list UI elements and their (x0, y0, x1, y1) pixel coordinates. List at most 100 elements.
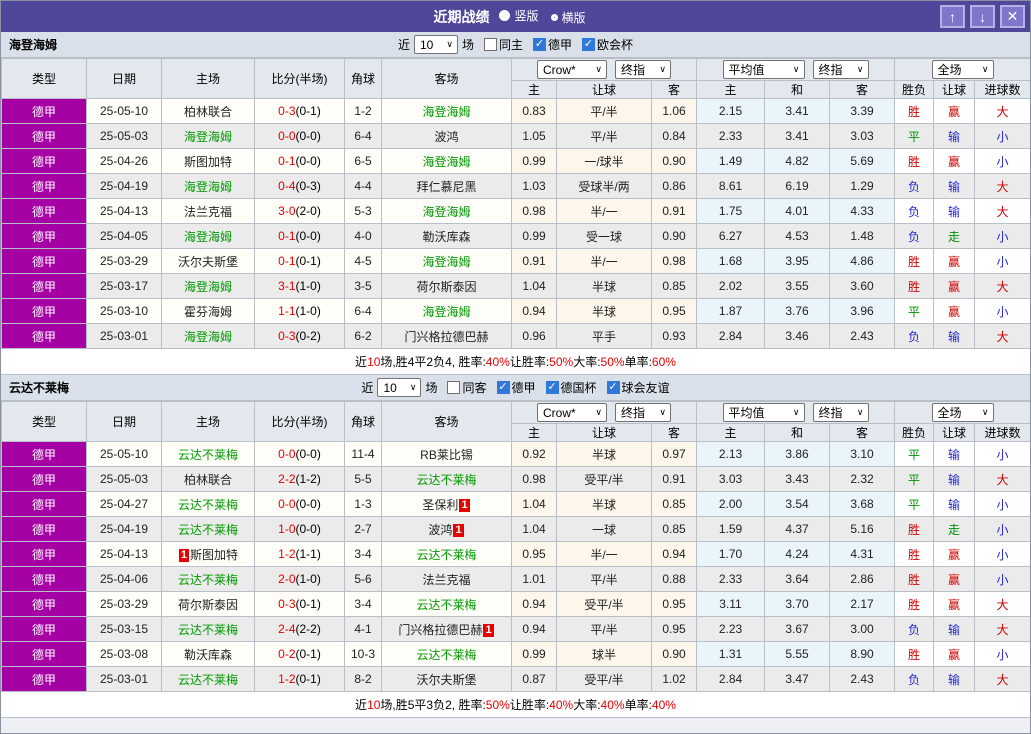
halftime-score: (0-0) (295, 522, 321, 536)
league-cell: 德甲 (1, 591, 87, 617)
move-up-button[interactable]: ↑ (940, 5, 965, 28)
result-text: 胜 (907, 104, 920, 119)
away-odds-cell: 0.86 (651, 173, 697, 199)
home-team-cell: 云达不莱梅 (161, 616, 255, 642)
recent-count-select[interactable]: 10 ∨ (413, 35, 458, 54)
result-text: 大 (996, 104, 1009, 119)
home-odds-cell: 0.95 (511, 541, 557, 567)
column-subheader: 让球 (933, 80, 975, 99)
home-team-cell: 云达不莱梅 (161, 441, 255, 467)
team-label: 海登海姆 (183, 329, 232, 344)
corners-cell: 5-5 (344, 466, 382, 492)
filter-checkbox-option[interactable]: 同客 (447, 379, 487, 396)
avg-draw-cell: 3.95 (764, 248, 830, 274)
match-scope-select[interactable]: 全场 ∨ (931, 403, 994, 422)
match-result-cell: 负 (894, 198, 934, 224)
away-team-cell: 海登海姆 (381, 98, 512, 124)
score-cell: 0-4(0-3) (254, 173, 345, 199)
away-odds-cell: 0.94 (651, 541, 697, 567)
checkbox-icon[interactable]: ✓ (533, 38, 546, 51)
checkbox-icon[interactable]: ✓ (496, 381, 510, 394)
away-odds-cell: 1.02 (651, 666, 697, 692)
dropdown-value: 全场 (937, 63, 962, 77)
goals-result-cell: 大 (974, 591, 1030, 617)
filter-checkbox-option[interactable]: ✓ 球会友谊 (606, 379, 670, 396)
filter-checkbox-option[interactable]: ✓ 欧会杯 (582, 36, 633, 53)
layout-radio-option[interactable]: 竖版 (499, 7, 539, 24)
checkbox-icon[interactable]: ✓ (606, 381, 620, 394)
home-team-cell: 沃尔夫斯堡 (161, 248, 255, 274)
avg-draw-cell: 4.37 (764, 516, 830, 542)
recent-count-select[interactable]: 10 ∨ (377, 378, 422, 397)
result-text: 赢 (947, 597, 960, 612)
handicap-cell: 半球 (556, 441, 652, 467)
filter-checkbox-option[interactable]: 同主 (483, 36, 523, 53)
away-team-cell: 海登海姆 (381, 248, 512, 274)
goals-result-cell: 小 (974, 541, 1030, 567)
bookmaker-select[interactable]: Crow* ∨ (537, 403, 607, 422)
avg-home-cell: 6.27 (696, 223, 765, 249)
average-odds-select[interactable]: 平均值 ∨ (722, 403, 805, 422)
summary-segment: 大率: (573, 355, 601, 369)
fulltime-score: 0-3 (278, 597, 296, 611)
bookmaker-select[interactable]: Crow* ∨ (537, 60, 607, 79)
column-subheader: 让球 (556, 423, 652, 442)
average-odds-select[interactable]: 平均值 ∨ (722, 60, 805, 79)
avg-draw-cell: 3.86 (764, 441, 830, 467)
team-label: 勒沃库森 (183, 647, 232, 662)
final-odds-select[interactable]: 终指 ∨ (812, 403, 869, 422)
filter-checkbox-option[interactable]: ✓ 德甲 (533, 36, 572, 53)
match-scope-select[interactable]: 全场 ∨ (931, 60, 994, 79)
result-text: 小 (996, 647, 1009, 662)
checkbox-icon[interactable] (483, 38, 497, 51)
handicap-result-cell: 赢 (933, 591, 975, 617)
match-result-cell: 胜 (894, 248, 934, 274)
close-button[interactable]: ✕ (1000, 5, 1025, 28)
layout-radio-label: 横版 (561, 11, 586, 25)
fulltime-score: 0-2 (278, 647, 296, 661)
away-team-cell: 勒沃库森 (381, 223, 512, 249)
table-row: 德甲 25-03-10 霍芬海姆 1-1(1-0) 6-4 海登海姆 0.94 半球 0.95 1… (1, 298, 1030, 324)
table-row: 德甲 25-05-03 海登海姆 0-0(0-0) 6-4 波鸿 1.05 平/半 0.84 2.… (1, 123, 1030, 149)
filter-checkbox-label: 同主 (498, 38, 523, 52)
filter-checkbox-option[interactable]: ✓ 德甲 (496, 379, 536, 396)
corners-cell: 4-1 (344, 616, 382, 642)
column-subheader: 主 (696, 423, 765, 442)
final-odds-select[interactable]: 终指 ∨ (812, 60, 869, 79)
summary-segment: 40% (651, 697, 676, 712)
avg-home-cell: 1.68 (696, 248, 765, 274)
final-odds-select[interactable]: 终指 ∨ (615, 60, 671, 79)
date-cell: 25-03-10 (86, 298, 162, 324)
handicap-result-cell: 赢 (933, 566, 975, 592)
checkbox-icon[interactable]: ✓ (582, 38, 596, 51)
final-odds-select[interactable]: 终指 ∨ (615, 403, 671, 422)
layout-radio-option[interactable]: 横版 (550, 9, 586, 26)
avg-away-cell: 8.90 (829, 641, 895, 667)
handicap-result-cell: 走 (933, 516, 975, 542)
team-section: 海登海姆近 10 ∨ 场同主 ✓ 德甲 ✓ 欧会杯 类型 日期 主场 比分(半场) 角球 客场 Crow* ∨… (1, 32, 1030, 375)
table-row: 德甲 25-04-26 斯图加特 0-1(0-0) 6-5 海登海姆 0.99 一/球半 0.9… (1, 148, 1030, 174)
summary-segment: 单率: (624, 698, 652, 712)
league-cell: 德甲 (1, 491, 87, 517)
team-label: 霍芬海姆 (183, 304, 232, 319)
summary-segment: 10 (367, 697, 381, 712)
result-text: 大 (996, 329, 1009, 344)
date-cell: 25-04-06 (86, 566, 162, 592)
checkbox-icon[interactable]: ✓ (545, 381, 559, 394)
avg-away-cell: 5.16 (829, 516, 895, 542)
avg-draw-cell: 4.01 (764, 198, 830, 224)
score-cell: 0-3(0-1) (254, 98, 345, 124)
table-row: 德甲 25-03-08 勒沃库森 0-2(0-1) 10-3 云达不莱梅 0.99 球半 0.9… (1, 641, 1030, 667)
league-cell: 德甲 (1, 323, 87, 349)
move-down-button[interactable]: ↓ (970, 5, 995, 28)
checkbox-icon[interactable] (447, 381, 461, 394)
result-text: 胜 (907, 597, 920, 612)
dropdown-value: 终指 (818, 63, 843, 77)
filter-checkbox-option[interactable]: ✓ 德国杯 (545, 379, 597, 396)
result-text: 胜 (907, 522, 920, 537)
avg-away-cell: 3.60 (829, 273, 895, 299)
away-odds-cell: 0.90 (651, 641, 697, 667)
team-label: 海登海姆 (422, 154, 471, 169)
avg-home-cell: 1.70 (696, 541, 765, 567)
match-result-cell: 负 (894, 616, 934, 642)
